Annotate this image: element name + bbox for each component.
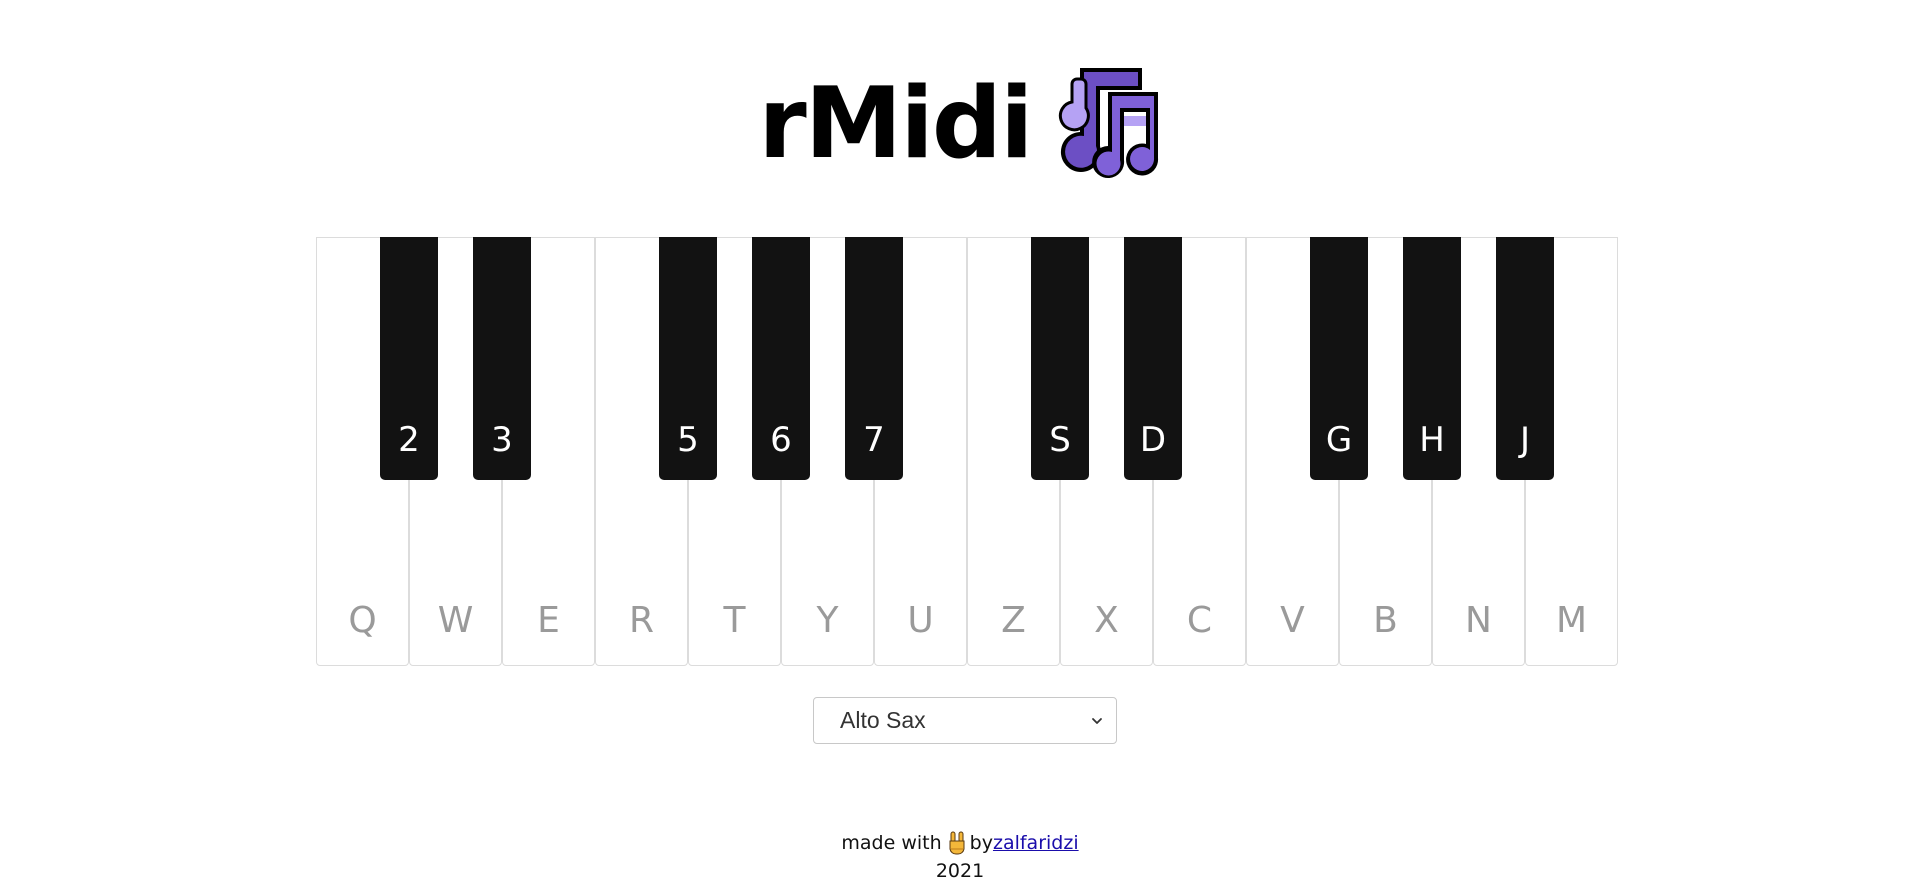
footer-credit: made with by zalfaridzi xyxy=(0,829,1920,857)
black-key[interactable]: 7 xyxy=(845,237,903,480)
black-key-label: G xyxy=(1325,420,1353,460)
white-key-label: E xyxy=(537,600,560,641)
white-key-label: V xyxy=(1280,600,1305,641)
black-key-label: D xyxy=(1139,420,1167,460)
piano-keyboard: Q W E R T Y U Z X C V B N M 2 3 5 6 7 S D G H J xyxy=(316,237,1618,667)
footer-made-with: made with xyxy=(841,832,942,854)
white-key-label: U xyxy=(907,600,934,641)
footer-by: by xyxy=(969,832,993,854)
music-notes-icon xyxy=(1058,68,1158,178)
white-key-label: W xyxy=(437,600,474,641)
black-key-label: J xyxy=(1519,420,1531,460)
white-key-label: Z xyxy=(1001,600,1026,641)
instrument-select[interactable]: Alto Sax xyxy=(813,697,1117,744)
black-key[interactable]: G xyxy=(1310,237,1368,480)
black-key[interactable]: D xyxy=(1124,237,1182,480)
chevron-down-icon xyxy=(1092,717,1102,724)
black-key[interactable]: 5 xyxy=(659,237,717,480)
black-key-label: 2 xyxy=(398,420,420,460)
black-key-label: 6 xyxy=(770,420,792,460)
black-key[interactable]: 3 xyxy=(473,237,531,480)
white-key-label: C xyxy=(1186,600,1213,641)
white-key-label: X xyxy=(1094,600,1119,641)
white-key-label: T xyxy=(723,600,746,641)
app-title: rMidi xyxy=(758,67,1033,181)
white-key-label: Y xyxy=(816,600,839,641)
black-key-label: 7 xyxy=(863,420,885,460)
black-key[interactable]: 6 xyxy=(752,237,810,480)
black-key[interactable]: J xyxy=(1496,237,1554,480)
header: rMidi xyxy=(0,62,1920,186)
footer: made with by zalfaridzi 2021 xyxy=(0,829,1920,885)
instrument-select-value: Alto Sax xyxy=(840,707,926,733)
black-key-label: 3 xyxy=(491,420,513,460)
white-key-label: N xyxy=(1465,600,1492,641)
white-key-label: R xyxy=(628,600,654,641)
black-key[interactable]: 2 xyxy=(380,237,438,480)
footer-year: 2021 xyxy=(935,860,985,882)
black-key[interactable]: H xyxy=(1403,237,1461,480)
black-key-label: S xyxy=(1049,420,1071,460)
app: rMidi QWERTYUZXCVBNM23567SDGHJ Alto Sax … xyxy=(0,0,1920,887)
white-key-label: Q xyxy=(348,600,377,641)
author-link[interactable]: zalfaridzi xyxy=(993,829,1079,857)
white-key-label: M xyxy=(1555,600,1588,641)
black-key-label: H xyxy=(1419,420,1445,460)
rock-hand-icon xyxy=(949,831,965,855)
black-key[interactable]: S xyxy=(1031,237,1089,480)
white-key-label: B xyxy=(1373,600,1398,641)
black-key-label: 5 xyxy=(677,420,699,460)
